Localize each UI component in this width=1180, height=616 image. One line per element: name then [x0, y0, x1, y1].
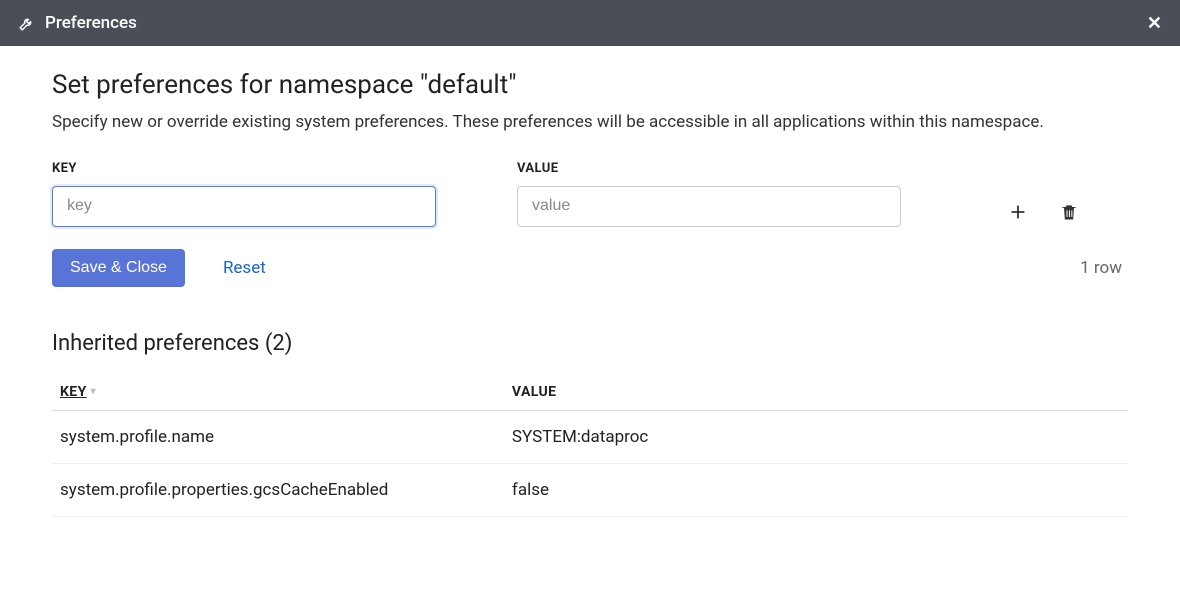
action-row: Save & Close Reset 1 row [52, 249, 1128, 287]
save-close-button[interactable]: Save & Close [52, 249, 185, 287]
inherited-column-value: VALUE [504, 374, 1128, 411]
table-row: system.profile.name SYSTEM:dataproc [52, 410, 1128, 463]
close-icon[interactable]: ✕ [1147, 13, 1162, 34]
content: Set preferences for namespace "default" … [0, 46, 1180, 541]
value-field-label: VALUE [517, 161, 967, 176]
sort-caret-icon: ▾ [91, 386, 96, 397]
reset-link[interactable]: Reset [223, 258, 266, 278]
table-row: system.profile.properties.gcsCacheEnable… [52, 463, 1128, 516]
key-input[interactable] [52, 186, 436, 227]
delete-row-button[interactable] [1059, 201, 1079, 223]
inherited-heading: Inherited preferences (2) [52, 331, 1128, 356]
row-count-label: 1 row [1080, 258, 1128, 278]
key-field-label: KEY [52, 161, 502, 176]
inherited-key-cell: system.profile.properties.gcsCacheEnable… [52, 463, 504, 516]
preference-form-row: KEY VALUE [52, 161, 1128, 227]
value-input[interactable] [517, 186, 901, 227]
inherited-value-cell: false [504, 463, 1128, 516]
page-description: Specify new or override existing system … [52, 110, 1102, 135]
inherited-value-cell: SYSTEM:dataproc [504, 410, 1128, 463]
window-title: Preferences [45, 13, 137, 33]
inherited-preferences-table: KEY▾ VALUE system.profile.name SYSTEM:da… [52, 374, 1128, 517]
page-heading: Set preferences for namespace "default" [52, 70, 1128, 100]
inherited-key-cell: system.profile.name [52, 410, 504, 463]
add-row-button[interactable] [1007, 201, 1029, 223]
inherited-column-key[interactable]: KEY▾ [52, 374, 504, 411]
wrench-icon [18, 15, 35, 32]
titlebar: Preferences ✕ [0, 0, 1180, 46]
